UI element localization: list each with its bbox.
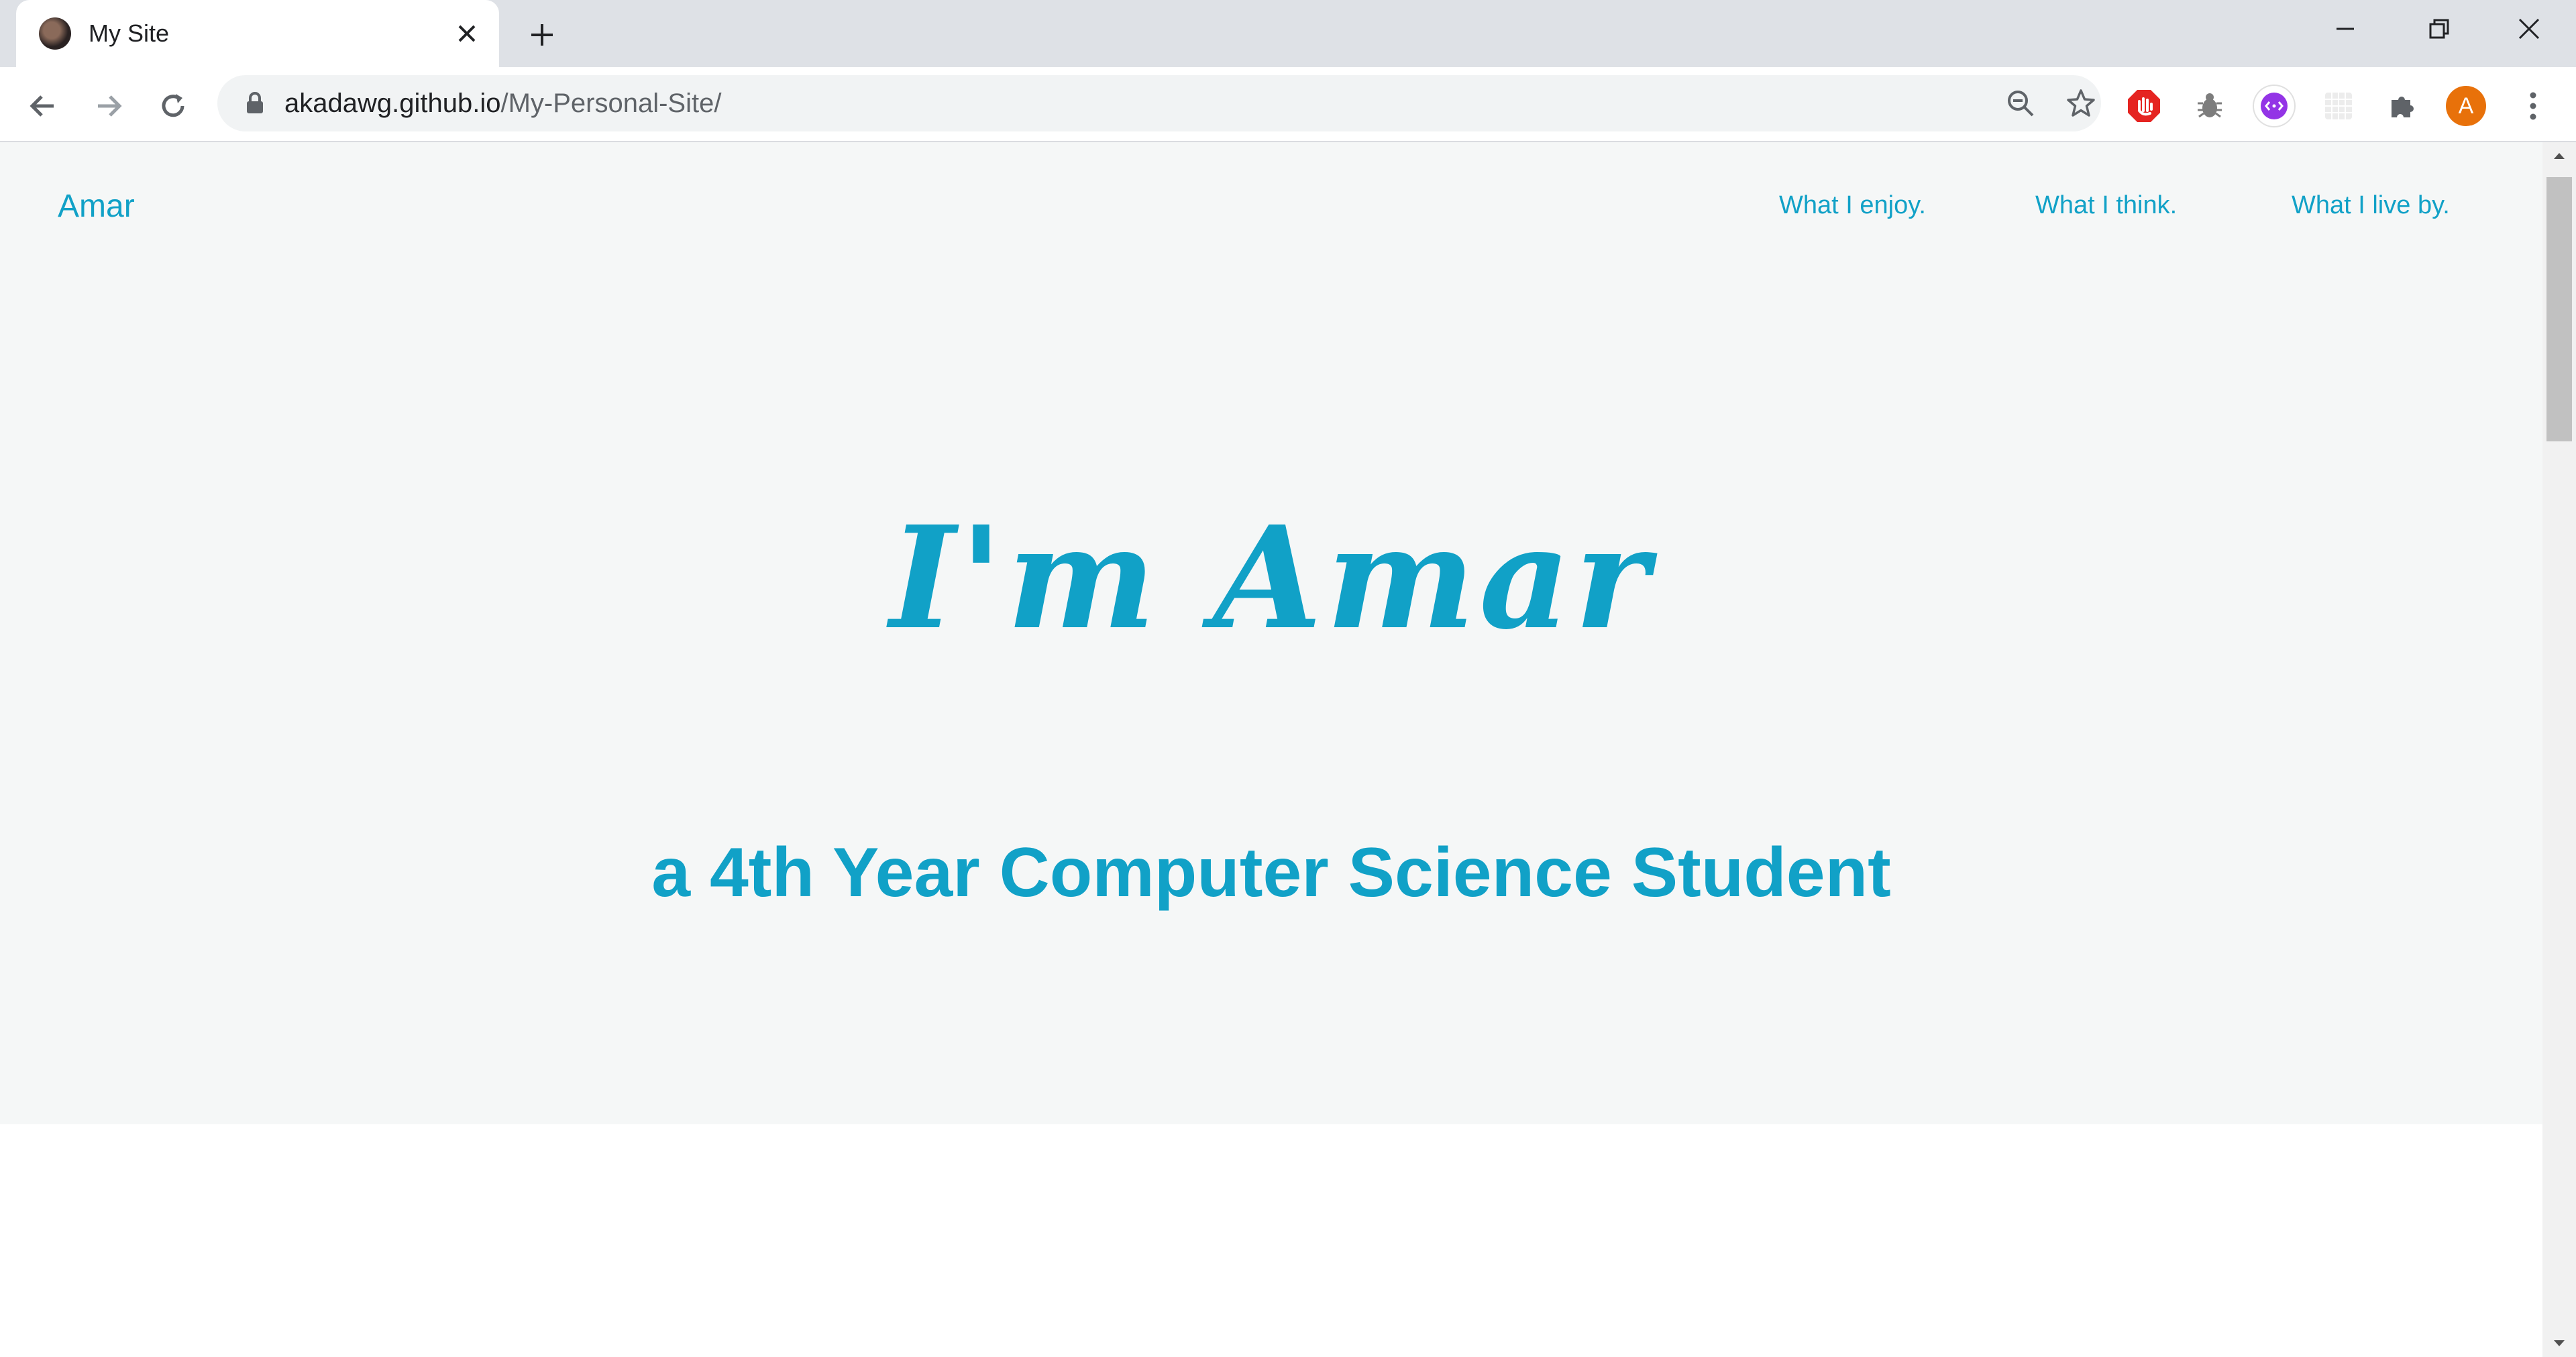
site-brand-link[interactable]: Amar — [58, 182, 135, 231]
grid-extension-icon[interactable] — [2318, 86, 2359, 126]
lock-icon[interactable] — [241, 90, 268, 117]
tab-title: My Site — [89, 19, 170, 47]
hero-title: I'm Amar — [890, 495, 1653, 661]
page-scrollbar[interactable] — [2542, 142, 2576, 1357]
adblock-extension-icon[interactable] — [2124, 86, 2164, 126]
reload-icon[interactable] — [152, 85, 195, 127]
address-bar[interactable]: akadawg.github.io/My-Personal-Site/ — [217, 75, 2101, 131]
zoom-out-icon[interactable] — [2002, 85, 2039, 122]
close-icon[interactable] — [451, 17, 483, 50]
profile-avatar[interactable]: A — [2446, 86, 2486, 126]
plus-icon[interactable] — [523, 16, 561, 54]
scroll-down-icon[interactable] — [2542, 1330, 2576, 1357]
tab-strip: My Site — [0, 0, 2576, 67]
window-close-icon[interactable] — [2482, 0, 2576, 58]
puzzle-icon[interactable] — [2383, 86, 2423, 126]
star-icon[interactable] — [2062, 85, 2100, 122]
arrow-right-icon[interactable] — [87, 85, 130, 127]
browser-tab[interactable]: My Site — [16, 0, 499, 67]
url-path: /My-Personal-Site/ — [500, 89, 722, 118]
nav-link-think[interactable]: What I think. — [2035, 186, 2177, 224]
hero-section: Amar What I enjoy. What I think. What I … — [0, 142, 2542, 1124]
page-viewport: Amar What I enjoy. What I think. What I … — [0, 142, 2542, 1357]
url-host: akadawg.github.io — [284, 89, 501, 118]
url-text[interactable]: akadawg.github.io/My-Personal-Site/ — [284, 86, 721, 121]
restore-icon[interactable] — [2392, 0, 2486, 58]
bug-extension-icon[interactable] — [2190, 86, 2230, 126]
arrow-left-icon[interactable] — [21, 85, 64, 127]
scroll-up-icon[interactable] — [2542, 142, 2576, 169]
nav-link-enjoy[interactable]: What I enjoy. — [1779, 186, 1926, 224]
kebab-menu-icon[interactable] — [2513, 86, 2553, 126]
site-favicon — [39, 17, 71, 50]
minimize-icon[interactable] — [2298, 0, 2392, 58]
nav-link-live-by[interactable]: What I live by. — [2292, 186, 2450, 224]
scrollbar-thumb[interactable] — [2546, 177, 2572, 441]
devtools-extension-icon[interactable] — [2254, 86, 2294, 126]
hero-subtitle: a 4th Year Computer Science Student — [651, 834, 1891, 912]
